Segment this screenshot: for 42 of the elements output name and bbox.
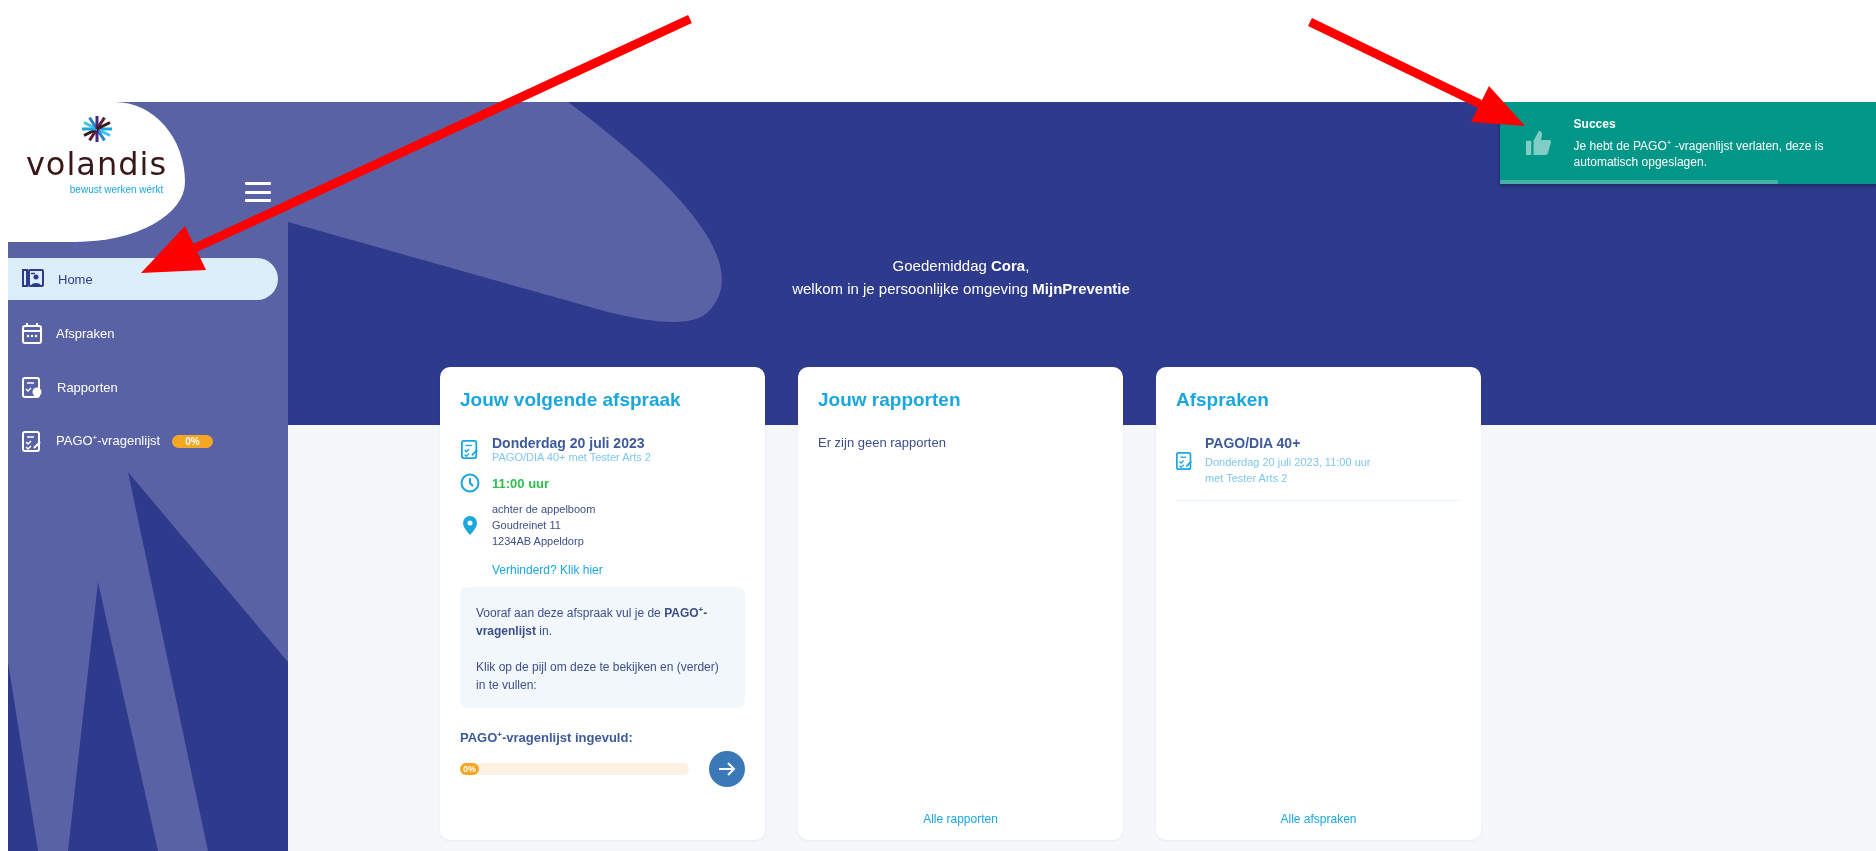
appointment-time: 11:00 uur <box>492 475 550 491</box>
logo-wordmark: volandis <box>25 144 168 184</box>
nav-item[interactable]: Rapporten <box>8 366 278 408</box>
welcome-text: welkom in je persoonlijke omgeving MijnPreventie <box>791 279 1131 299</box>
checklist-icon <box>22 430 42 452</box>
progress-reading: 0% <box>460 763 479 776</box>
nav-item[interactable]: PAGO$^{+}$-vragenlijst 0% <box>8 420 278 462</box>
address-line: 1234AB Appeldorp <box>492 535 585 547</box>
card-title: Jouw volgende afspraak <box>460 389 682 411</box>
nav-item[interactable]: Home <box>8 258 278 300</box>
menu-icon[interactable] <box>245 182 271 202</box>
address-line: Goudreinet 11 <box>492 519 562 531</box>
nav-item[interactable]: Afspraken <box>8 312 278 354</box>
info-text: Klik op de pijl om deze te bekijken en (verder) in te vullen: <box>476 659 720 694</box>
address-line: achter de appelboom <box>492 503 596 515</box>
logo-tagline: bewust werken wérkt <box>69 184 164 195</box>
arrow-right-icon <box>718 761 736 778</box>
cancel-link[interactable]: Verhinderd? Klik hier <box>492 563 603 577</box>
appointment-item[interactable]: PAGO/DIA 40+ Donderdag 20 juli 2023, 11:00 uur met Tester Arts 2 <box>1176 435 1459 501</box>
toast-message: Je hebt de PAGO$^{+}$ -vragenlijst verlaten, deze is automatisch opgeslagen. <box>1573 137 1825 170</box>
dashboard-icon <box>22 269 44 289</box>
report-chart-icon <box>22 376 43 398</box>
next-button[interactable] <box>709 751 745 788</box>
location-pin-icon <box>463 515 477 535</box>
info-text: Vooraf aan deze afspraak vul je de PAGO$^{+}$-vragenlijst in. <box>476 604 709 640</box>
appointment-title: PAGO/DIA 40+ <box>1205 435 1302 451</box>
appointment-subtitle: PAGO/DIA 40+ met Tester Arts 2 <box>492 451 651 463</box>
greeting-text: Goedemiddag Cora, <box>891 256 1031 276</box>
appointment-practitioner: met Tester Arts 2 <box>1205 471 1289 486</box>
progress-label: PAGO$^{+}$-vragenlijst ingevuld: <box>460 730 634 746</box>
empty-message: Er zijn geen rapporten <box>818 435 947 450</box>
checklist-icon <box>1176 451 1193 470</box>
checklist-icon <box>461 439 479 459</box>
appointment-date: Donderdag 20 juli 2023 <box>492 435 646 451</box>
card-title: Jouw rapporten <box>818 389 962 411</box>
appointment-details: Donderdag 20 juli 2023, 11:00 uur <box>1205 455 1371 470</box>
all-reports-link[interactable]: Alle rapporten <box>923 812 998 826</box>
all-appointments-link[interactable]: Alle afspraken <box>1280 812 1357 826</box>
clock-icon <box>460 473 480 493</box>
card-title: Afspraken <box>1176 389 1270 411</box>
toast-title: Succes <box>1573 116 1617 132</box>
calendar-icon <box>22 322 42 344</box>
